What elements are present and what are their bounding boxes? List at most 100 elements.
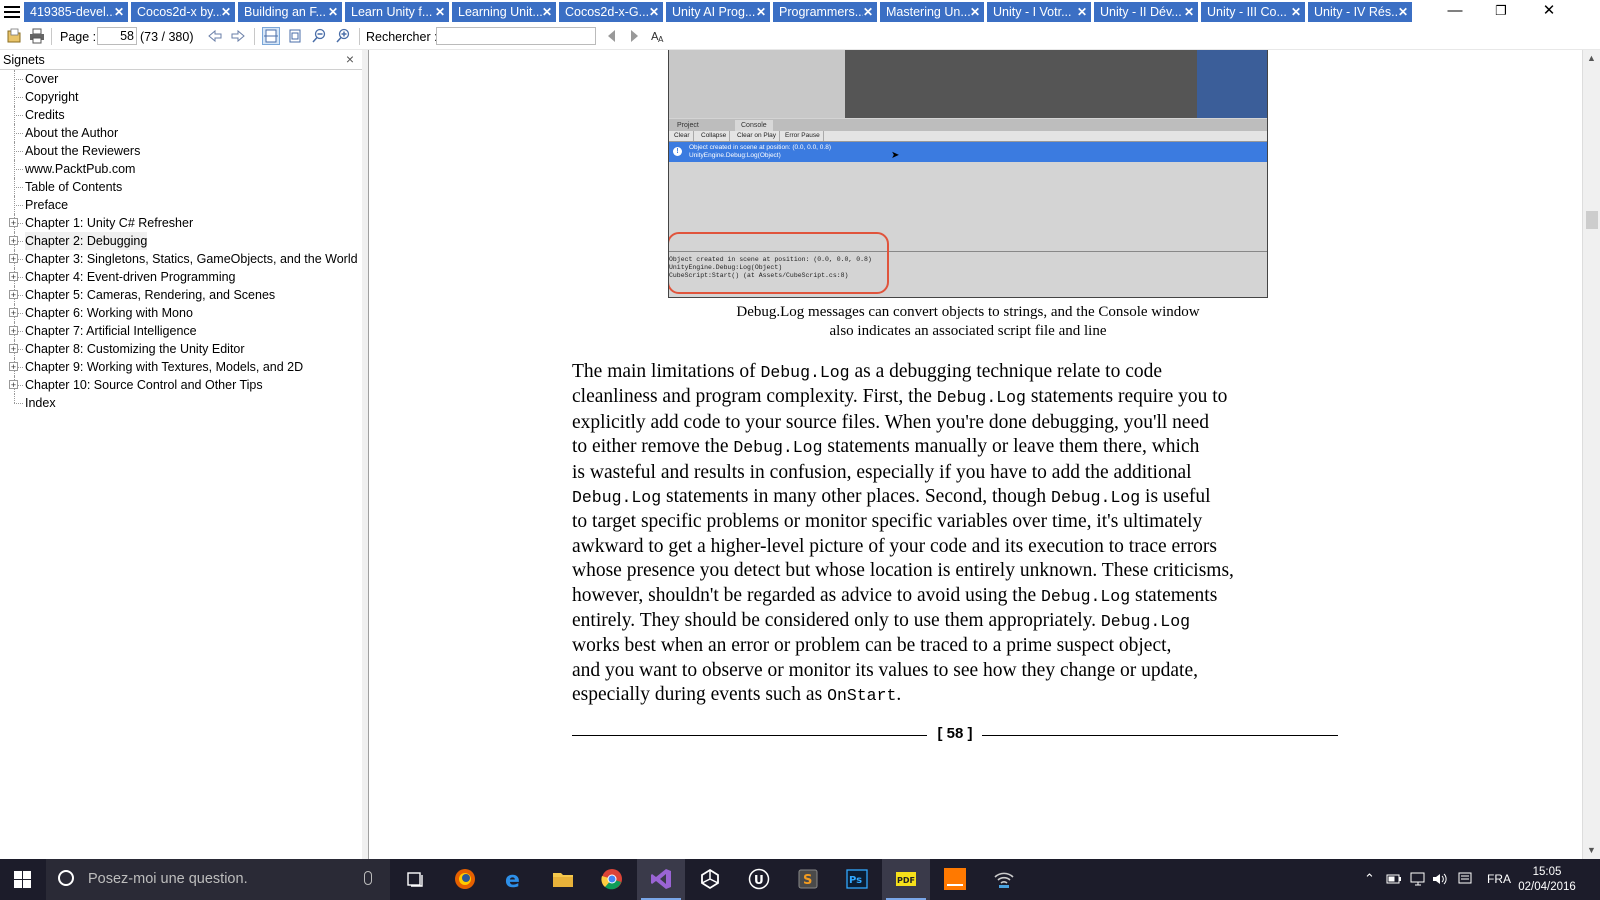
bookmark-item[interactable]: + Chapter 8: Customizing the Unity Editor: [0, 340, 360, 358]
chrome-taskbar-button[interactable]: [588, 859, 636, 900]
vertical-scrollbar[interactable]: ▲ ▼: [1582, 50, 1600, 859]
firefox-taskbar-button[interactable]: [441, 859, 489, 900]
bookmark-item[interactable]: + Chapter 10: Source Control and Other Ti…: [0, 376, 360, 394]
match-case-icon[interactable]: A A: [650, 28, 666, 44]
expand-icon[interactable]: +: [9, 236, 18, 246]
hamburger-menu-icon[interactable]: [4, 3, 20, 21]
visual-studio-taskbar-button[interactable]: [637, 859, 685, 900]
close-tab-icon[interactable]: ✕: [1398, 2, 1408, 22]
close-tab-icon[interactable]: ✕: [221, 2, 231, 22]
document-tab[interactable]: Mastering Un... ✕: [880, 2, 984, 22]
bookmark-item[interactable]: + Chapter 7: Artificial Intelligence: [0, 322, 360, 340]
expand-icon[interactable]: +: [9, 254, 18, 264]
document-tab[interactable]: Cocos2d-x-G... ✕: [559, 2, 663, 22]
close-tab-icon[interactable]: ✕: [649, 2, 659, 22]
bookmark-item[interactable]: Cover: [0, 70, 360, 88]
bookmark-item[interactable]: Credits: [0, 106, 360, 124]
close-tab-icon[interactable]: ✕: [435, 2, 445, 22]
bookmark-item[interactable]: Preface: [0, 196, 360, 214]
bookmark-item[interactable]: About the Author: [0, 124, 360, 142]
forward-arrow-icon[interactable]: [230, 28, 246, 44]
input-language[interactable]: FRA: [1487, 872, 1511, 886]
bookmark-item[interactable]: Copyright: [0, 88, 360, 106]
search-previous-icon[interactable]: [604, 28, 620, 44]
expand-icon[interactable]: +: [9, 362, 18, 372]
scroll-thumb[interactable]: [1586, 211, 1598, 229]
document-tab[interactable]: Learn Unity f... ✕: [345, 2, 449, 22]
bookmark-item[interactable]: + Chapter 2: Debugging: [0, 232, 360, 250]
document-tab[interactable]: Unity - I Votr... ✕: [987, 2, 1091, 22]
zoom-in-icon[interactable]: [335, 28, 351, 44]
search-next-icon[interactable]: [626, 28, 642, 44]
document-tab[interactable]: Unity AI Prog... ✕: [666, 2, 770, 22]
bookmark-item[interactable]: Table of Contents: [0, 178, 360, 196]
photoshop-taskbar-button[interactable]: Ps: [833, 859, 881, 900]
expand-icon[interactable]: +: [9, 290, 18, 300]
unreal-engine-taskbar-button[interactable]: U: [735, 859, 783, 900]
close-tab-icon[interactable]: ✕: [1184, 2, 1194, 22]
sublime-text-taskbar-button[interactable]: S: [784, 859, 832, 900]
volume-icon[interactable]: [1432, 872, 1448, 886]
close-tab-icon[interactable]: ✕: [756, 2, 766, 22]
task-view-button[interactable]: [392, 859, 440, 900]
bookmark-item[interactable]: www.PacktPub.com: [0, 160, 360, 178]
expand-icon[interactable]: +: [9, 272, 18, 282]
close-window-button[interactable]: ✕: [1526, 0, 1572, 24]
close-tab-icon[interactable]: ✕: [970, 2, 980, 22]
wifi-app-taskbar-button[interactable]: [980, 859, 1028, 900]
expand-icon[interactable]: +: [9, 218, 18, 228]
network-icon[interactable]: [1410, 872, 1426, 886]
expand-icon[interactable]: +: [9, 308, 18, 318]
battery-icon[interactable]: [1386, 873, 1402, 885]
document-tab[interactable]: Learning Unit... ✕: [452, 2, 556, 22]
scroll-up-icon[interactable]: ▲: [1587, 53, 1596, 63]
document-tab[interactable]: Unity - III Co... ✕: [1201, 2, 1305, 22]
close-tab-icon[interactable]: ✕: [1077, 2, 1087, 22]
close-bookmarks-icon[interactable]: ×: [346, 51, 354, 67]
bookmark-item[interactable]: + Chapter 1: Unity C# Refresher: [0, 214, 360, 232]
document-tab[interactable]: 419385-devel... ✕: [24, 2, 128, 22]
zoom-out-icon[interactable]: [311, 28, 327, 44]
bookmark-item[interactable]: + Chapter 3: Singletons, Statics, GameObj…: [0, 250, 360, 268]
search-input[interactable]: [436, 27, 596, 45]
expand-icon[interactable]: +: [9, 326, 18, 336]
close-tab-icon[interactable]: ✕: [863, 2, 873, 22]
close-tab-icon[interactable]: ✕: [114, 2, 124, 22]
bookmark-item[interactable]: About the Reviewers: [0, 142, 360, 160]
close-tab-icon[interactable]: ✕: [542, 2, 552, 22]
fit-page-icon[interactable]: [287, 28, 303, 44]
cortana-search-box[interactable]: Posez-moi une question.: [46, 859, 390, 900]
expand-icon[interactable]: +: [9, 380, 18, 390]
bookmark-item[interactable]: + Chapter 6: Working with Mono: [0, 304, 360, 322]
orange-taskbar-button[interactable]: [931, 859, 979, 900]
action-center-icon[interactable]: [1458, 872, 1472, 886]
document-view[interactable]: Project Console Clear Collapse Clear on …: [369, 50, 1582, 859]
back-arrow-icon[interactable]: [207, 28, 223, 44]
fit-width-icon[interactable]: [262, 27, 280, 45]
document-tab[interactable]: Unity - II Dév... ✕: [1094, 2, 1198, 22]
bookmark-item[interactable]: + Chapter 4: Event-driven Programming: [0, 268, 360, 286]
open-file-icon[interactable]: [6, 28, 22, 44]
document-tab[interactable]: Building an F... ✕: [238, 2, 342, 22]
restore-button[interactable]: ❐: [1478, 0, 1524, 24]
pdf-reader-taskbar-button[interactable]: PDF: [882, 859, 930, 900]
panel-splitter[interactable]: [362, 50, 369, 859]
edge-taskbar-button[interactable]: e: [490, 859, 538, 900]
bookmark-item[interactable]: + Chapter 9: Working with Textures, Model…: [0, 358, 360, 376]
start-button[interactable]: [0, 859, 46, 900]
unity-taskbar-button[interactable]: [686, 859, 734, 900]
file-explorer-taskbar-button[interactable]: [539, 859, 587, 900]
print-icon[interactable]: [29, 28, 45, 44]
bookmark-item[interactable]: Index: [0, 394, 360, 412]
scroll-down-icon[interactable]: ▼: [1587, 845, 1596, 855]
microphone-icon[interactable]: [364, 871, 372, 885]
document-tab[interactable]: Programmers... ✕: [773, 2, 877, 22]
page-number-input[interactable]: [97, 27, 137, 45]
document-tab[interactable]: Cocos2d-x by... ✕: [131, 2, 235, 22]
bookmark-item[interactable]: + Chapter 5: Cameras, Rendering, and Scen…: [0, 286, 360, 304]
expand-icon[interactable]: +: [9, 344, 18, 354]
show-hidden-icons-icon[interactable]: ⌃: [1364, 871, 1375, 887]
minimize-button[interactable]: —: [1432, 0, 1478, 24]
close-tab-icon[interactable]: ✕: [328, 2, 338, 22]
document-tab[interactable]: Unity - IV Rés... ✕: [1308, 2, 1412, 22]
